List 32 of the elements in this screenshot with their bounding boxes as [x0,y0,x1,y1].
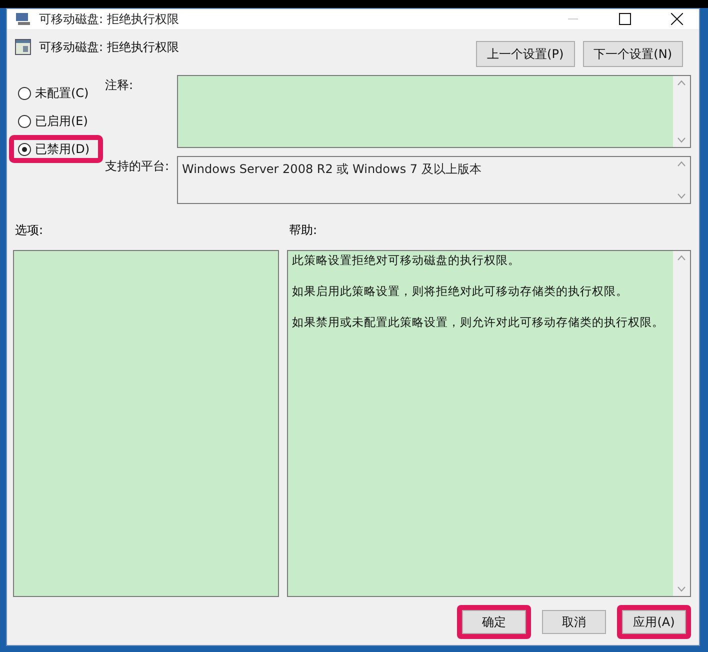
scroll-down-icon[interactable] [677,193,686,199]
scroll-up-icon[interactable] [677,161,686,167]
close-icon[interactable] [671,13,683,25]
scroll-up-icon[interactable] [677,255,686,261]
policy-icon [15,39,31,55]
policy-heading: 可移动磁盘: 拒绝执行权限 [39,39,180,56]
radio-icon[interactable] [18,86,31,100]
help-paragraph: 如果禁用或未配置此策略设置，则允许对此可移动存储类的执行权限。 [292,315,665,330]
help-paragraph: 如果启用此策略设置，则将拒绝对此可移动存储类的执行权限。 [292,284,629,299]
scroll-down-icon[interactable] [677,586,686,592]
help-paragraph: 此策略设置拒绝对可移动磁盘的执行权限。 [292,253,521,268]
radio-option[interactable]: 已禁用(D) [9,135,103,163]
platform-field: Windows Server 2008 R2 或 Windows 7 及以上版本 [177,156,691,204]
radio-icon[interactable] [18,114,31,128]
comment-label: 注释: [105,77,134,94]
scroll-down-icon[interactable] [677,137,686,143]
radio-option[interactable]: 未配置(C) [9,79,103,107]
dialog-button[interactable]: 应用(A) [617,605,691,639]
window-title: 可移动磁盘: 拒绝执行权限 [39,10,180,28]
nav-button[interactable]: 下一个设置(N) [582,41,683,67]
maximize-icon[interactable] [619,13,631,25]
nav-button[interactable]: 上一个设置(P) [476,41,575,67]
minimize-icon[interactable] [568,18,578,20]
dialog-button[interactable]: 确定 [457,605,531,639]
computer-icon [15,12,31,26]
radio-option[interactable]: 已启用(E) [9,107,103,135]
platform-label: 支持的平台: [105,158,170,175]
scroll-up-icon[interactable] [677,80,686,86]
options-label: 选项: [14,222,44,239]
comment-field[interactable] [177,75,691,148]
help-label: 帮助: [289,222,318,239]
radio-icon[interactable] [18,142,31,156]
